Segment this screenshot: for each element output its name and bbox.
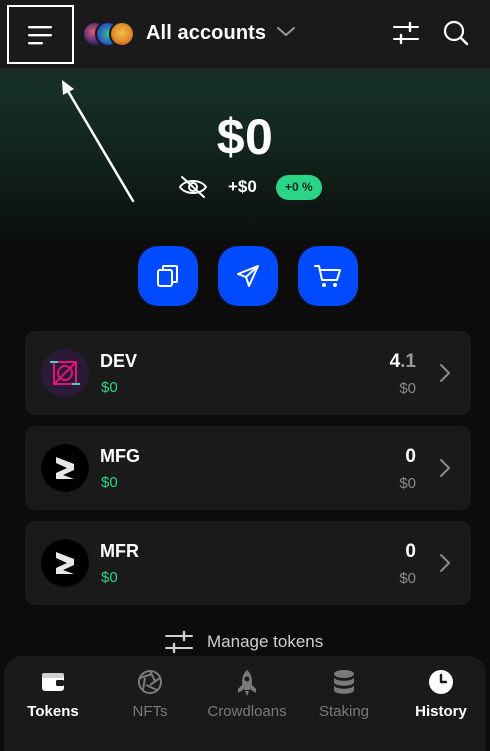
- token-value: $0: [101, 569, 118, 586]
- token-balance: 0: [405, 446, 416, 468]
- send-icon: [237, 265, 259, 287]
- copy-icon: [157, 265, 178, 287]
- token-balance-usd: $0: [399, 380, 416, 397]
- menu-icon: [27, 25, 52, 44]
- chevron-right-icon: [440, 364, 450, 382]
- token-row-dev[interactable]: DEV $0 4.1 $0: [25, 331, 471, 415]
- clock-icon: [429, 670, 453, 694]
- copy-address-button[interactable]: [138, 246, 198, 306]
- sliders-icon[interactable]: [393, 21, 419, 45]
- wallet-icon: [42, 673, 64, 691]
- token-balance-usd: $0: [399, 570, 416, 587]
- chevron-right-icon: [440, 459, 450, 477]
- balance-change-amount: +$0: [228, 177, 257, 196]
- token-value: $0: [101, 379, 118, 396]
- buy-button[interactable]: [298, 246, 358, 306]
- nav-staking[interactable]: Staking: [296, 656, 392, 751]
- dev-token-logo: [41, 349, 89, 397]
- token-balance-integer: 0: [405, 541, 416, 562]
- balance-change-percent-badge: +0 %: [276, 175, 322, 200]
- token-symbol: MFR: [100, 541, 139, 561]
- search-icon[interactable]: [443, 20, 469, 46]
- manage-tokens-label: Manage tokens: [207, 632, 324, 651]
- account-avatars[interactable]: [82, 21, 136, 47]
- header: All accounts: [0, 0, 490, 68]
- token-balance-decimal: .1: [400, 351, 416, 372]
- nav-nfts[interactable]: NFTs: [102, 656, 198, 751]
- token-row-mfg[interactable]: MFG $0 0 $0: [25, 426, 471, 510]
- token-balance: 4.1: [390, 351, 416, 373]
- mfr-token-logo: [41, 539, 89, 587]
- total-balance: $0: [216, 109, 274, 165]
- database-icon: [334, 670, 354, 694]
- menu-button[interactable]: [7, 5, 74, 64]
- bottom-nav: Tokens NFTs Crowdloans Staking History: [4, 656, 486, 751]
- token-symbol: DEV: [100, 351, 138, 371]
- nav-label: Crowdloans: [207, 703, 287, 720]
- nav-label: History: [415, 703, 467, 720]
- avatar: [109, 21, 135, 47]
- token-balance-integer: 0: [405, 446, 416, 467]
- sliders-icon: [165, 630, 193, 654]
- token-balance-integer: 4: [389, 351, 401, 372]
- cart-icon: [314, 265, 341, 287]
- wallet-app: All accounts $0 +$0 +0 % DEV $0 4.1 $0 M…: [0, 0, 490, 751]
- rocket-icon: [238, 670, 256, 696]
- nav-history[interactable]: History: [393, 656, 489, 751]
- nav-tokens[interactable]: Tokens: [5, 656, 101, 751]
- chevron-down-icon[interactable]: [276, 26, 296, 38]
- chevron-right-icon: [440, 554, 450, 572]
- nav-label: Staking: [318, 703, 370, 720]
- aperture-icon: [138, 670, 162, 694]
- send-button[interactable]: [218, 246, 278, 306]
- token-value: $0: [101, 474, 118, 491]
- nav-crowdloans[interactable]: Crowdloans: [199, 656, 295, 751]
- mfg-token-logo: [41, 444, 89, 492]
- nav-label: NFTs: [132, 703, 168, 720]
- token-balance-usd: $0: [399, 475, 416, 492]
- nav-label: Tokens: [27, 703, 79, 720]
- account-selector-title[interactable]: All accounts: [146, 22, 266, 45]
- eye-off-icon[interactable]: [178, 175, 208, 199]
- token-row-mfr[interactable]: MFR $0 0 $0: [25, 521, 471, 605]
- token-balance: 0: [405, 541, 416, 563]
- manage-tokens-button[interactable]: Manage tokens: [165, 628, 323, 656]
- token-symbol: MFG: [100, 446, 140, 466]
